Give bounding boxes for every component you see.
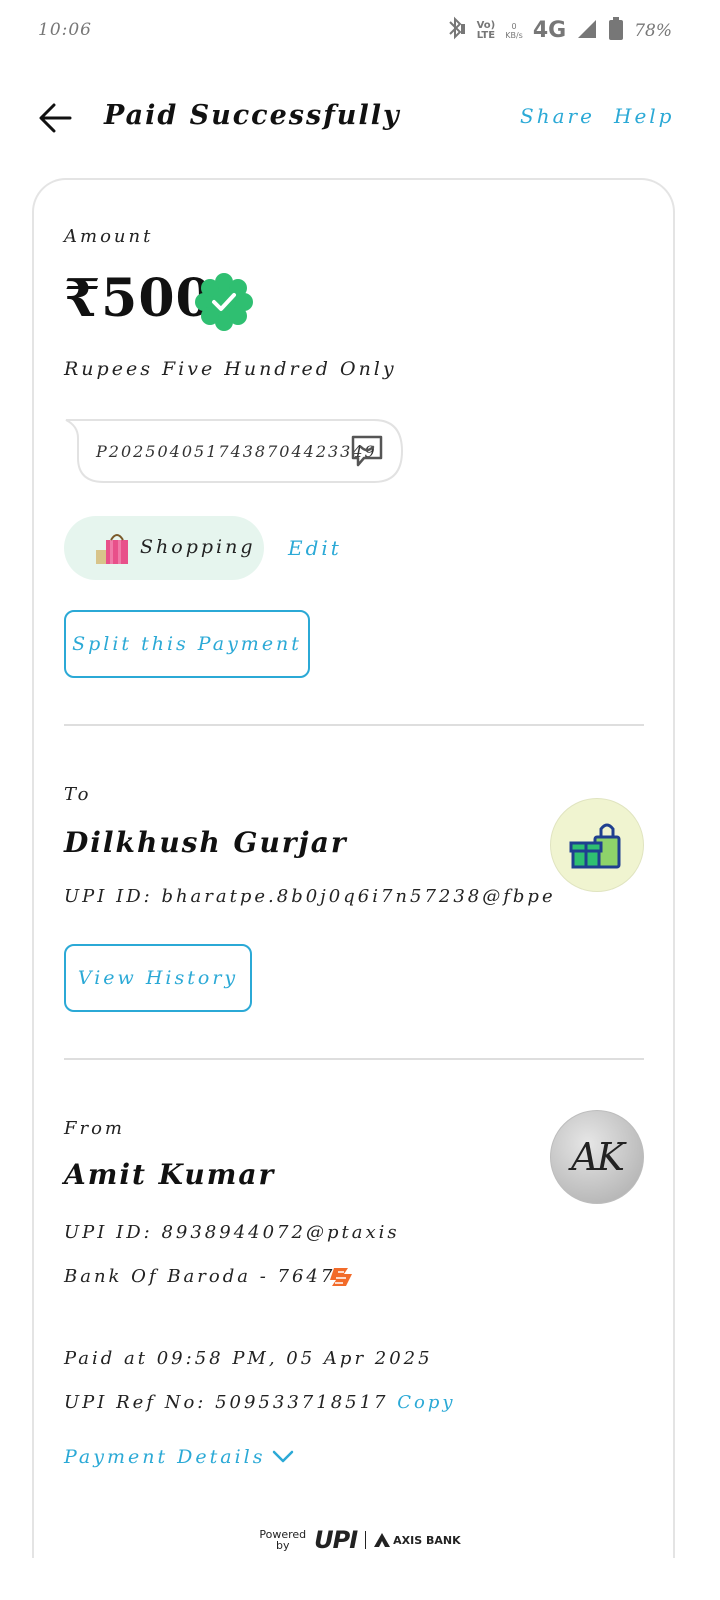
volte-bottom: LTE (476, 29, 496, 41)
amount-value: ₹500 (64, 268, 213, 329)
app-header: Paid Successfully Share Help (0, 80, 720, 156)
message-icon[interactable] (350, 434, 384, 468)
chevron-down-icon (272, 1450, 293, 1463)
verified-check-icon (194, 272, 254, 332)
amount-in-words: Rupees Five Hundred Only (64, 358, 397, 380)
powered-line-2: by (276, 1539, 290, 1552)
payee-upi-id: UPI ID: bharatpe.8b0j0q6i7n57238@fbpe (64, 886, 556, 907)
page-title: Paid Successfully (104, 100, 401, 131)
status-bar: 10:06 Vo) LTE 0 KB/s 4G 78% (0, 0, 720, 62)
upi-ref-number: UPI Ref No: 509533718517 (64, 1392, 389, 1413)
payment-details-label: Payment Details (64, 1446, 266, 1468)
payer-upi-id: UPI ID: 8938944072@ptaxis (64, 1222, 400, 1243)
upi-ref-row: UPI Ref No: 509533718517 Copy (64, 1392, 456, 1413)
status-icons: Vo) LTE 0 KB/s 4G 78% (445, 16, 672, 45)
avatar: AK (550, 1110, 644, 1204)
payer-bank: Bank Of Baroda - 7647 (64, 1266, 336, 1287)
merchant-avatar (550, 798, 644, 892)
from-label: From (64, 1118, 125, 1139)
bank-of-baroda-icon (330, 1266, 356, 1288)
divider (64, 1058, 644, 1060)
note-id: P20250405174387044233​49 (96, 442, 377, 461)
gift-shopping-icon (569, 823, 621, 869)
bluetooth-icon (445, 16, 467, 45)
signal-icon (576, 18, 598, 44)
speed-unit: KB/s (505, 30, 523, 40)
footer-branding: Powered by UPI AXIS BANK (0, 1520, 720, 1560)
divider (365, 1531, 367, 1549)
avatar-initials: AK (571, 1135, 625, 1179)
view-history-button[interactable]: View History (64, 944, 252, 1012)
status-time: 10:06 (38, 20, 92, 40)
help-link[interactable]: Help (614, 104, 674, 128)
back-button[interactable] (36, 98, 76, 138)
payment-details-toggle[interactable]: Payment Details (64, 1446, 294, 1468)
divider (64, 724, 644, 726)
axis-bank-logo: AXIS BANK (374, 1533, 461, 1547)
edit-category-link[interactable]: Edit (288, 536, 342, 560)
network-type: 4G (532, 18, 567, 43)
axis-bank-icon (374, 1533, 391, 1547)
battery-icon (608, 16, 624, 45)
paid-at: Paid at 09:58 PM, 05 Apr 2025 (64, 1348, 433, 1369)
split-payment-button[interactable]: Split this Payment (64, 610, 310, 678)
transaction-card: Amount ₹500 Rupees Five Hundred Only P20… (32, 178, 675, 1558)
category-chip[interactable]: Shopping (64, 516, 264, 580)
speed-value: 0 (511, 21, 517, 31)
payee-name: Dilkhush Gurjar (64, 826, 348, 859)
copy-button[interactable]: Copy (397, 1392, 455, 1413)
share-link[interactable]: Share (520, 104, 595, 128)
arrow-left-icon (39, 103, 72, 133)
shopping-bag-icon (96, 530, 130, 566)
to-label: To (64, 784, 92, 805)
amount-label: Amount (64, 226, 154, 247)
net-speed: 0 KB/s (505, 22, 523, 40)
upi-logo: UPI (314, 1526, 358, 1554)
battery-percent: 78% (634, 20, 672, 41)
powered-by-text: Powered by (259, 1529, 306, 1551)
category-label: Shopping (140, 536, 256, 558)
volte-icon: Vo) LTE (476, 20, 496, 41)
payer-name: Amit Kumar (64, 1158, 276, 1191)
axis-bank-label: AXIS BANK (393, 1533, 461, 1547)
